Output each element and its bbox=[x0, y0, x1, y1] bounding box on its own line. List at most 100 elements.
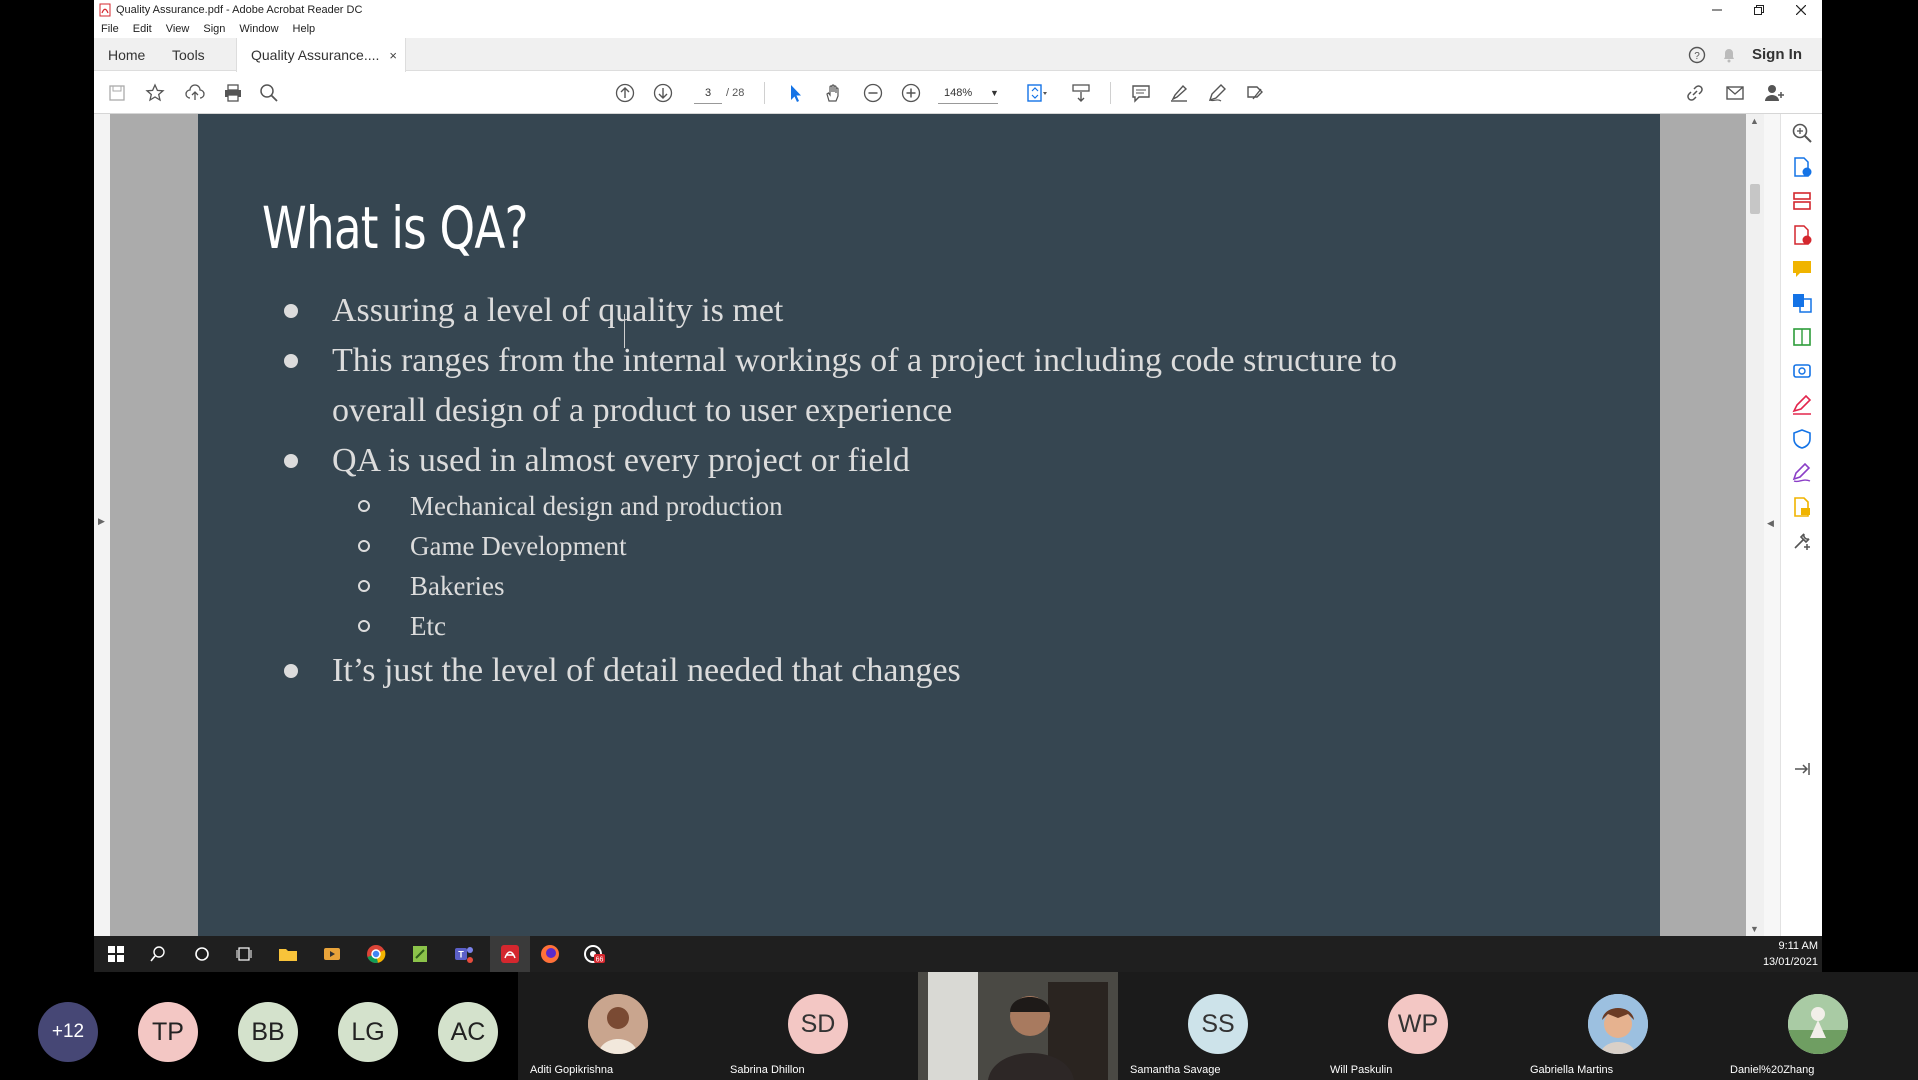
pdf-page: What is QA? Assuring a level of quality … bbox=[198, 114, 1660, 936]
comment-tool-icon[interactable] bbox=[1791, 258, 1813, 280]
draw-icon[interactable] bbox=[1206, 82, 1228, 104]
menu-edit[interactable]: Edit bbox=[126, 23, 159, 35]
page-total: / 28 bbox=[726, 87, 745, 99]
participant-photo bbox=[588, 994, 648, 1054]
print-icon[interactable] bbox=[222, 82, 244, 104]
scan-ocr-icon[interactable] bbox=[1791, 360, 1813, 382]
send-for-comments-icon[interactable] bbox=[1791, 496, 1813, 518]
help-icon[interactable]: ? bbox=[1688, 46, 1706, 64]
combine-files-icon[interactable] bbox=[1791, 292, 1813, 314]
app-with-badge-icon[interactable]: 66 bbox=[582, 942, 606, 966]
next-page-icon[interactable] bbox=[652, 82, 674, 104]
left-pane-toggle[interactable]: ▶ bbox=[94, 114, 110, 936]
compress-pdf-icon[interactable] bbox=[1791, 326, 1813, 348]
fill-sign-icon[interactable] bbox=[1244, 82, 1266, 104]
media-player-icon[interactable] bbox=[320, 942, 344, 966]
highlight-pen-icon[interactable] bbox=[1168, 82, 1190, 104]
restore-button[interactable] bbox=[1738, 0, 1780, 20]
clock-time[interactable]: 9:11 AM bbox=[1778, 940, 1818, 952]
email-icon[interactable] bbox=[1724, 82, 1746, 104]
fit-page-icon[interactable] bbox=[1026, 82, 1048, 104]
participant-avatar[interactable]: AC bbox=[438, 1002, 498, 1062]
hollow-bullet-icon bbox=[358, 620, 370, 632]
vertical-scrollbar[interactable]: ▲ ▼ bbox=[1746, 114, 1764, 936]
scroll-mode-icon[interactable] bbox=[1070, 82, 1092, 104]
upload-cloud-icon[interactable] bbox=[184, 82, 206, 104]
scroll-up-icon[interactable]: ▲ bbox=[1750, 116, 1759, 126]
tab-tools[interactable]: Tools bbox=[172, 38, 205, 71]
share-link-icon[interactable] bbox=[1684, 82, 1706, 104]
participant-tile[interactable]: SD Sabrina Dhillon bbox=[718, 972, 918, 1080]
bullet-text: Assuring a level of quality is met bbox=[332, 292, 784, 329]
request-signature-icon[interactable] bbox=[1791, 462, 1813, 484]
acrobat-taskbar-icon[interactable] bbox=[490, 936, 530, 972]
sign-in-button[interactable]: Sign In bbox=[1752, 46, 1802, 63]
bell-icon[interactable] bbox=[1720, 46, 1738, 64]
scroll-down-icon[interactable]: ▼ bbox=[1750, 924, 1759, 934]
participant-tile[interactable]: Aditi Gopikrishna bbox=[518, 972, 718, 1080]
zoom-search-icon[interactable] bbox=[1791, 122, 1813, 144]
comment-icon[interactable] bbox=[1130, 82, 1152, 104]
organize-pages-icon[interactable] bbox=[1791, 190, 1813, 212]
bullet-text: This ranges from the internal workings o… bbox=[332, 342, 1398, 379]
tab-home[interactable]: Home bbox=[108, 38, 145, 71]
menu-sign[interactable]: Sign bbox=[196, 23, 232, 35]
participant-tile[interactable]: Daniel%20Zhang bbox=[1718, 972, 1918, 1080]
menu-window[interactable]: Window bbox=[232, 23, 285, 35]
sub-bullet-text: Bakeries bbox=[410, 571, 505, 601]
document-area[interactable]: ▶ What is QA? Assuring a level of qualit… bbox=[94, 114, 1822, 936]
more-participants-button[interactable]: +12 bbox=[38, 1002, 98, 1062]
menu-view[interactable]: View bbox=[159, 23, 197, 35]
fill-sign-tool-icon[interactable] bbox=[1791, 394, 1813, 416]
export-pdf-icon[interactable] bbox=[1791, 156, 1813, 178]
select-cursor-icon[interactable] bbox=[784, 82, 806, 104]
star-icon[interactable] bbox=[144, 82, 166, 104]
cortana-icon[interactable] bbox=[190, 942, 214, 966]
firefox-icon[interactable] bbox=[538, 942, 562, 966]
task-view-icon[interactable] bbox=[232, 942, 256, 966]
teams-icon[interactable]: T bbox=[452, 942, 476, 966]
zoom-level-field[interactable]: 148% bbox=[938, 82, 998, 104]
protect-shield-icon[interactable] bbox=[1791, 428, 1813, 450]
zoom-out-icon[interactable] bbox=[862, 82, 884, 104]
hand-tool-icon[interactable] bbox=[822, 82, 844, 104]
participant-avatar[interactable]: BB bbox=[238, 1002, 298, 1062]
participant-avatar: WP bbox=[1388, 994, 1448, 1054]
menu-help[interactable]: Help bbox=[286, 23, 323, 35]
scrollbar-thumb[interactable] bbox=[1750, 184, 1760, 214]
participant-tile[interactable]: Gabriella Martins bbox=[1518, 972, 1718, 1080]
add-user-icon[interactable] bbox=[1764, 82, 1786, 104]
collapse-pane-icon[interactable] bbox=[1791, 758, 1813, 780]
menu-bar: File Edit View Sign Window Help bbox=[94, 20, 1822, 38]
zoom-in-icon[interactable] bbox=[900, 82, 922, 104]
participant-tile[interactable]: WP Will Paskulin bbox=[1318, 972, 1518, 1080]
search-icon[interactable] bbox=[258, 82, 280, 104]
windows-start-icon[interactable] bbox=[104, 942, 128, 966]
tab-document[interactable]: Quality Assurance.... × bbox=[236, 38, 406, 72]
page-number-input[interactable]: 3 bbox=[694, 82, 722, 104]
tab-close-icon[interactable]: × bbox=[389, 48, 397, 63]
notepad-icon[interactable] bbox=[408, 942, 432, 966]
taskbar-search-icon[interactable] bbox=[146, 942, 170, 966]
participant-avatar[interactable]: LG bbox=[338, 1002, 398, 1062]
menu-file[interactable]: File bbox=[94, 23, 126, 35]
save-icon[interactable] bbox=[106, 82, 128, 104]
previous-page-icon[interactable] bbox=[614, 82, 636, 104]
window-title: Quality Assurance.pdf - Adobe Acrobat Re… bbox=[116, 4, 363, 16]
more-tools-icon[interactable] bbox=[1791, 530, 1813, 552]
participant-video bbox=[918, 972, 1118, 1080]
participant-video-tile[interactable] bbox=[918, 972, 1118, 1080]
right-pane-toggle[interactable]: ◀ bbox=[1764, 114, 1780, 936]
zoom-dropdown-icon[interactable]: ▼ bbox=[990, 82, 999, 104]
file-explorer-icon[interactable] bbox=[276, 942, 300, 966]
participant-tile[interactable]: SS Samantha Savage bbox=[1118, 972, 1318, 1080]
clock-date[interactable]: 13/01/2021 bbox=[1763, 956, 1818, 968]
slide-title: What is QA? bbox=[262, 194, 529, 262]
participant-avatar[interactable]: TP bbox=[138, 1002, 198, 1062]
minimize-button[interactable] bbox=[1696, 0, 1738, 20]
chrome-icon[interactable] bbox=[364, 942, 388, 966]
create-pdf-icon[interactable] bbox=[1791, 224, 1813, 246]
close-button[interactable] bbox=[1780, 0, 1822, 20]
title-bar: Quality Assurance.pdf - Adobe Acrobat Re… bbox=[94, 0, 1822, 20]
close-icon bbox=[1796, 5, 1806, 15]
